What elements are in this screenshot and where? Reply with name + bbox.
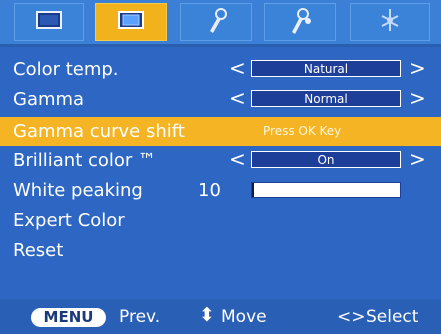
menu-item-expert-color[interactable]: Expert Color: [0, 206, 441, 235]
move-arrows-icon: ⬍: [199, 304, 215, 326]
tab-bar: [0, 0, 441, 47]
left-arrow-icon[interactable]: <: [229, 86, 246, 110]
prev-hint: Prev.: [119, 307, 161, 327]
menu-list: Color temp. < Natural > Gamma < Normal >…: [0, 47, 441, 299]
osd-window: Color temp. < Natural > Gamma < Normal >…: [0, 0, 441, 334]
slider-handle[interactable]: [252, 183, 254, 197]
menu-item-white-peaking[interactable]: White peaking 10: [0, 176, 441, 205]
white-peaking-label: White peaking: [13, 180, 143, 201]
menu-item-gamma-curve-shift[interactable]: Gamma curve shift Press OK Key: [0, 117, 441, 146]
left-arrow-icon[interactable]: <: [229, 147, 246, 171]
network-icon: [376, 6, 404, 38]
menu-item-color-temp[interactable]: Color temp. < Natural >: [0, 55, 441, 84]
footer-bar: MENU Prev. ⬍ Move <> Select: [0, 299, 441, 334]
press-ok-hint: Press OK Key: [263, 124, 342, 138]
menu-item-brilliant-color[interactable]: Brilliant color ™ < On >: [0, 146, 441, 175]
right-arrow-icon[interactable]: >: [409, 56, 426, 80]
menu-item-gamma[interactable]: Gamma < Normal >: [0, 85, 441, 114]
gamma-value[interactable]: Normal: [251, 90, 401, 107]
color-temp-value[interactable]: Natural: [251, 60, 401, 77]
white-peaking-value: 10: [198, 180, 221, 201]
tab-settings-tool[interactable]: [264, 3, 336, 41]
brilliant-color-label: Brilliant color ™: [13, 150, 157, 171]
right-arrow-icon[interactable]: >: [409, 86, 426, 110]
tab-screen[interactable]: [95, 3, 167, 41]
right-arrow-icon[interactable]: >: [409, 147, 426, 171]
screen-icon: [116, 10, 146, 34]
color-temp-label: Color temp.: [13, 59, 119, 80]
menu-key-badge[interactable]: MENU: [31, 308, 106, 327]
tool-icon: [204, 7, 228, 37]
move-hint: Move: [221, 307, 267, 327]
select-hint: Select: [366, 307, 419, 327]
left-arrow-icon[interactable]: <: [229, 56, 246, 80]
white-peaking-slider[interactable]: [251, 182, 401, 198]
brilliant-color-value[interactable]: On: [251, 151, 401, 168]
tab-tool[interactable]: [180, 3, 252, 41]
reset-label: Reset: [13, 240, 64, 261]
picture-icon: [34, 10, 64, 34]
gamma-curve-shift-label: Gamma curve shift: [13, 121, 185, 142]
tab-network[interactable]: [350, 3, 430, 41]
gamma-label: Gamma: [13, 89, 85, 110]
select-arrows-icon: <>: [337, 307, 366, 327]
tab-picture[interactable]: [14, 3, 84, 41]
expert-color-label: Expert Color: [13, 210, 125, 231]
menu-item-reset[interactable]: Reset: [0, 236, 441, 265]
settings-tool-icon: [287, 6, 313, 38]
